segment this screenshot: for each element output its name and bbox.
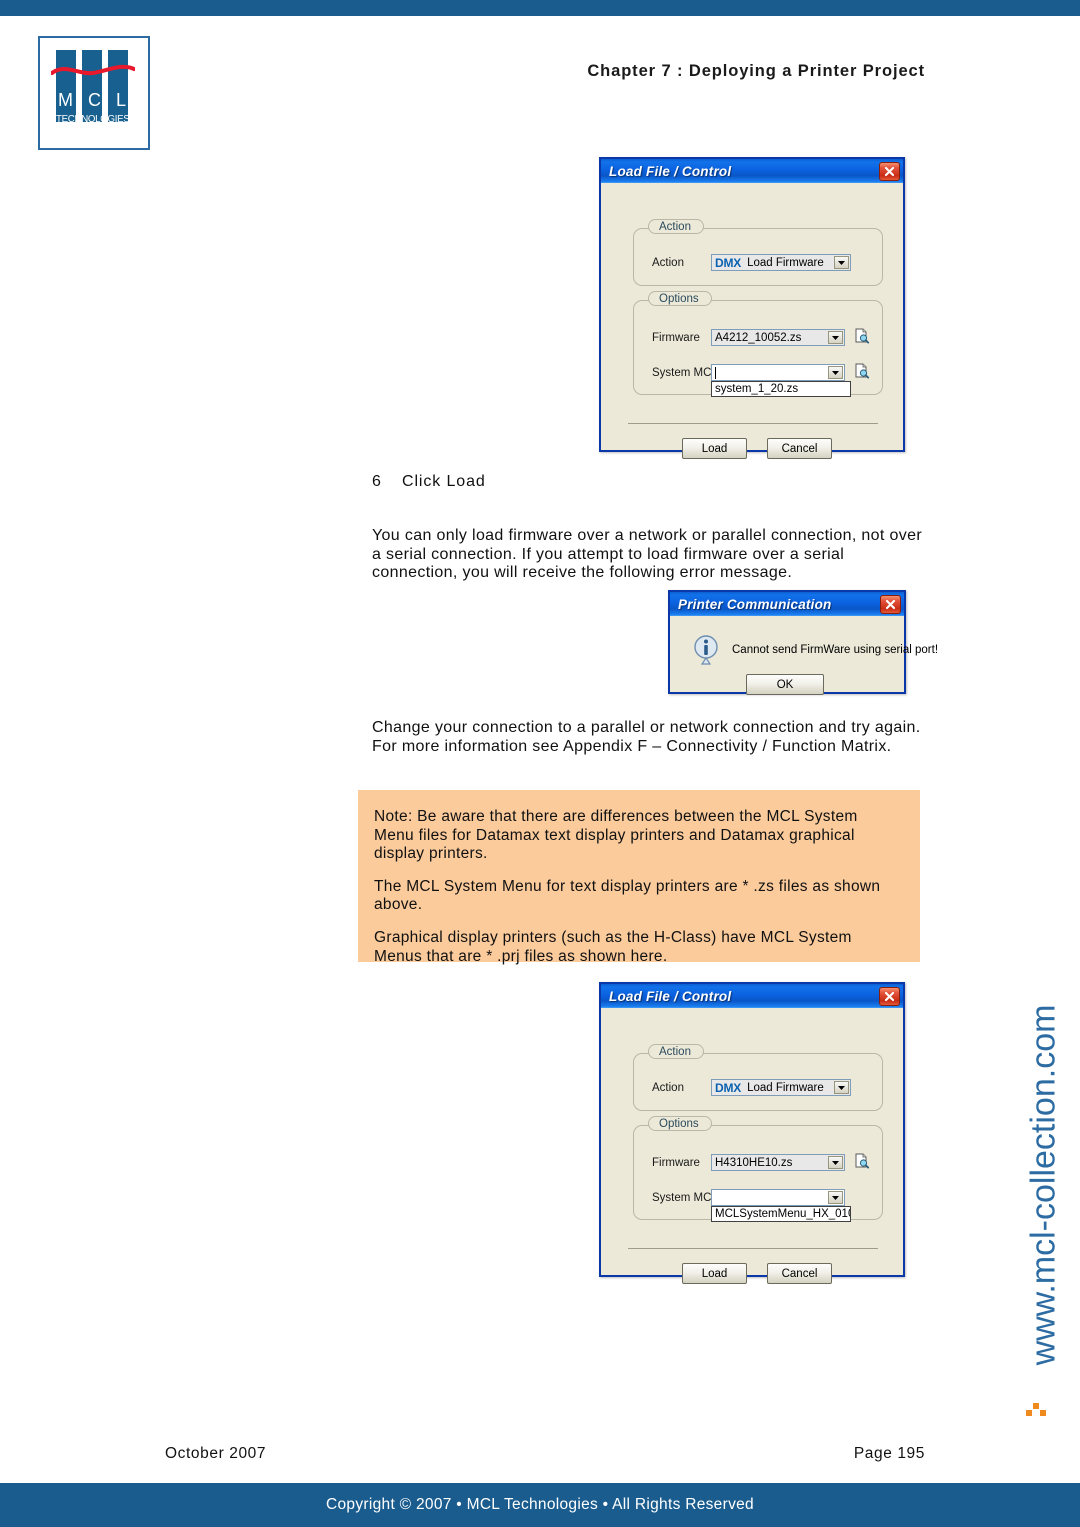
logo-bar-3 [108, 50, 128, 122]
close-icon[interactable] [880, 594, 901, 614]
system-mcl-field-label: System MCL [652, 1192, 718, 1204]
text-caret [715, 367, 716, 379]
dialog-title: Printer Communication [678, 596, 832, 612]
action-group-label: Action [648, 1044, 704, 1059]
firmware-combobox[interactable]: A4212_10052.zs [711, 329, 845, 346]
firmware-field-label: Firmware [652, 1157, 700, 1169]
dialog-body: Cannot send FirmWare using serial port! … [670, 616, 938, 695]
action-combobox[interactable]: DMX Load Firmware [711, 254, 851, 271]
firmware-combobox-value: H4310HE10.zs [715, 1156, 793, 1169]
dialog-separator [628, 423, 878, 424]
chapter-header: Chapter 7 : Deploying a Printer Project [587, 62, 925, 80]
options-group-label: Options [648, 1116, 712, 1131]
step-number: 6 [372, 473, 382, 490]
options-group-label: Options [648, 291, 712, 306]
cancel-button[interactable]: Cancel [767, 438, 832, 459]
action-combobox[interactable]: DMX Load Firmware [711, 1079, 851, 1096]
load-file-control-dialog-2[interactable]: Load File / Control Action Action DMX Lo… [599, 982, 905, 1284]
site-watermark: www.mcl-collection.com [1014, 985, 1074, 1416]
paragraph-change-connection: Change your connection to a parallel or … [372, 719, 921, 755]
action-field-label: Action [652, 257, 684, 269]
dialog-separator [628, 1248, 878, 1249]
note-line-3: Graphical display printers (such as the … [374, 928, 852, 965]
message-text: Cannot send FirmWare using serial port! [732, 644, 939, 656]
chevron-down-icon[interactable] [828, 366, 843, 379]
paragraph-serial-warning: You can only load firmware over a networ… [372, 527, 923, 582]
chevron-down-icon[interactable] [834, 1081, 849, 1094]
info-icon [694, 635, 718, 665]
dmx-brand-label: DMX [715, 1080, 742, 1095]
dialog-body: Action Action DMX Load Firmware Options … [601, 183, 903, 459]
firmware-combobox[interactable]: H4310HE10.zs [711, 1154, 845, 1171]
system-mcl-field-label: System MCL [652, 367, 718, 379]
note-line-2: The MCL System Menu for text display pri… [374, 877, 881, 914]
logo-letter-m: M [58, 90, 73, 110]
load-file-control-dialog-1[interactable]: Load File / Control Action Action DMX Lo… [599, 157, 905, 459]
dmx-brand-label: DMX [715, 255, 742, 270]
note-callout-box: Note: Be aware that there are difference… [358, 790, 920, 965]
logo-graphic: M C L TECHNOLOGIES [51, 50, 135, 136]
chevron-down-icon[interactable] [828, 331, 843, 344]
logo-wave-icon [51, 64, 135, 76]
step-6-line: 6 Click Load [372, 473, 486, 491]
close-icon[interactable] [879, 161, 900, 181]
watermark-url: www.mcl-collection.com [1024, 1004, 1063, 1366]
chevron-down-icon[interactable] [834, 256, 849, 269]
copyright-text: Copyright © 2007 • MCL Technologies • Al… [326, 1496, 754, 1513]
system-mcl-dropdown-option[interactable]: system_1_20.zs [711, 381, 851, 397]
ok-button[interactable]: OK [746, 674, 824, 695]
cancel-button[interactable]: Cancel [767, 1263, 832, 1284]
firmware-combobox-value: A4212_10052.zs [715, 331, 802, 344]
browse-file-icon-firmware[interactable] [854, 1153, 870, 1169]
logo-letter-l: L [115, 90, 126, 110]
dialog-titlebar: Load File / Control [601, 159, 903, 183]
footer-page-number: Page 195 [853, 1445, 925, 1462]
action-field-label: Action [652, 1082, 684, 1094]
mcl-logo: M C L TECHNOLOGIES [38, 36, 150, 150]
load-button[interactable]: Load [682, 438, 747, 459]
browse-file-icon-firmware[interactable] [854, 328, 870, 344]
dialog-title: Load File / Control [609, 163, 732, 179]
action-combobox-value: Load Firmware [747, 1081, 824, 1094]
page-bottom-bar: Copyright © 2007 • MCL Technologies • Al… [0, 1483, 1080, 1527]
logo-subtitle: TECHNOLOGIES [56, 113, 130, 125]
close-icon[interactable] [879, 986, 900, 1006]
step-text: Click Load [402, 473, 486, 490]
action-group-label: Action [648, 219, 704, 234]
dialog-titlebar: Load File / Control [601, 984, 903, 1008]
watermark-squares-decoration [1026, 1403, 1048, 1417]
load-button[interactable]: Load [682, 1263, 747, 1284]
printer-communication-dialog[interactable]: Printer Communication Cannot send FirmWa… [668, 590, 938, 695]
action-combobox-value: Load Firmware [747, 256, 824, 269]
dialog-body: Action Action DMX Load Firmware Options … [601, 1008, 903, 1284]
browse-file-icon-system-mcl[interactable] [854, 363, 870, 379]
chevron-down-icon[interactable] [828, 1191, 843, 1204]
dialog-titlebar: Printer Communication [670, 592, 904, 616]
page-top-accent-bar [0, 0, 1080, 16]
logo-letter-c: C [87, 90, 101, 110]
firmware-field-label: Firmware [652, 332, 700, 344]
dialog-title: Load File / Control [609, 988, 732, 1004]
logo-letters: M C L [56, 90, 128, 111]
note-line-1: Note: Be aware that there are difference… [374, 808, 858, 863]
footer-date: October 2007 [165, 1445, 267, 1462]
system-mcl-dropdown-option[interactable]: MCLSystemMenu_HX_0104.PRJ [711, 1206, 851, 1222]
system-mcl-combobox[interactable] [711, 1189, 845, 1206]
logo-bar-1 [56, 50, 76, 122]
system-mcl-combobox[interactable] [711, 364, 845, 381]
logo-bar-2 [82, 50, 102, 122]
chevron-down-icon[interactable] [828, 1156, 843, 1169]
